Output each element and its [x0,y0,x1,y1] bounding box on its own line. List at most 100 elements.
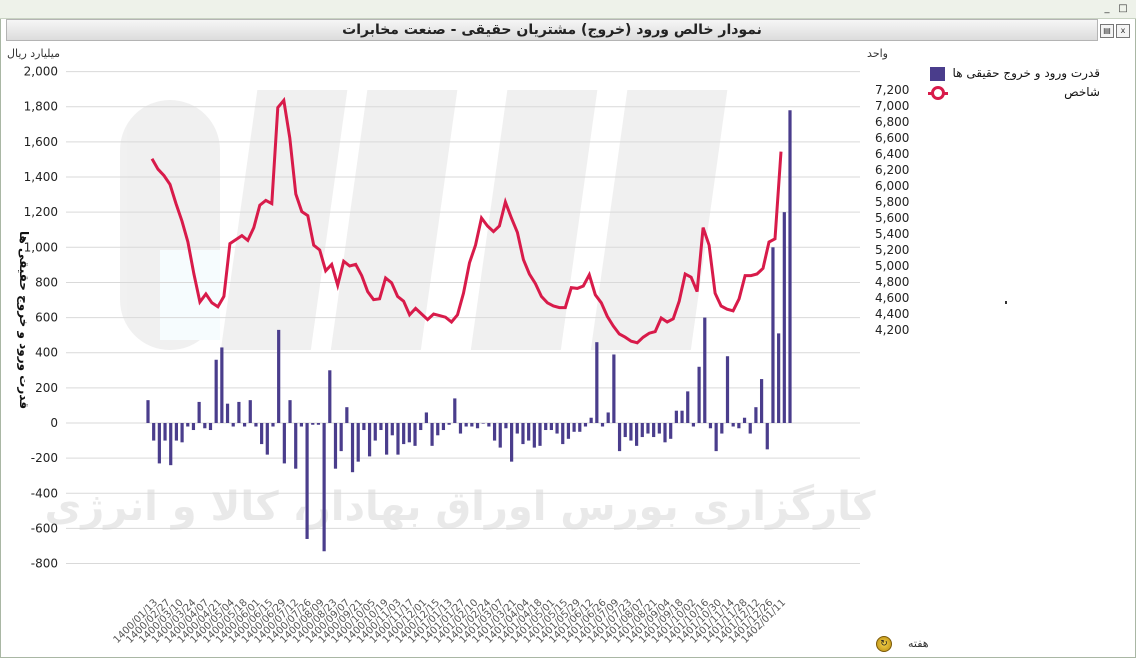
bar [646,423,650,434]
right-tick-label: 6,400 [875,147,909,161]
left-tick-label: -600 [31,521,58,535]
bar [379,423,383,431]
bar [152,423,156,441]
bar [146,400,150,423]
bar [197,401,201,423]
legend: قدرت ورود و خروج حقیقی ها شاخص [928,66,1108,104]
bar [521,423,525,445]
bar [492,423,497,441]
legend-bar-label: قدرت ورود و خروج حقیقی ها [952,66,1100,80]
right-axis-unit: واحد [867,47,888,60]
right-tick-label: 7,200 [875,83,909,97]
bar [714,423,718,452]
bar [742,417,747,423]
bar [640,423,644,438]
bar [260,423,264,445]
watermark-text: کارگزاری بورس اوراق بهادار، کالا و انرژی [45,483,877,530]
right-tick-label: 5,200 [875,243,909,257]
stray-dot [1005,301,1007,304]
bar [572,423,576,432]
left-tick-label: 400 [35,346,58,360]
bar [589,417,593,423]
bar [169,423,173,466]
bar [407,423,411,443]
bar [578,423,582,432]
bar [720,423,724,434]
right-tick-label: 6,600 [875,131,909,145]
bar [532,423,536,448]
bar [186,423,190,427]
bar [504,423,508,429]
bar [464,423,468,427]
bar [350,423,355,473]
bar [549,423,553,431]
bar [180,423,184,443]
right-tick-label: 6,800 [875,115,909,129]
bar [754,407,758,423]
bar [305,423,309,539]
bar [299,423,303,427]
bar [367,423,372,457]
bar [157,423,161,464]
bar [214,359,218,423]
bar [703,317,707,423]
right-tick-label: 5,600 [875,211,909,225]
right-tick-label: 5,800 [875,195,909,209]
bar [237,401,241,423]
bar [777,333,781,423]
bar [657,423,661,434]
bar [225,403,230,423]
left-tick-label: 200 [35,381,58,395]
bar [583,423,588,427]
bar [356,423,360,462]
bar [453,398,457,423]
bar [498,423,502,448]
bar [680,410,684,423]
bar [629,423,633,441]
bar [617,423,622,452]
bar [595,342,599,423]
legend-line-label: شاخص [1064,85,1100,99]
bar [788,110,792,423]
bar [191,423,196,431]
bar [708,423,713,429]
bar [538,423,542,446]
bar [771,247,775,423]
right-tick-label: 5,400 [875,227,909,241]
bar [669,423,673,439]
left-tick-label: 600 [35,311,58,325]
legend-item-line[interactable]: شاخص [928,85,1108,104]
bar [606,412,610,423]
bar [277,329,281,423]
bar [663,423,667,443]
left-tick-label: 2,000 [24,65,58,79]
bar [612,354,616,423]
bar [674,410,678,423]
legend-bar-swatch [930,67,945,81]
left-tick-label: 0 [50,416,58,430]
bar [220,347,224,423]
bar [328,370,332,423]
bar [248,400,252,423]
left-tick-label: -400 [31,486,58,500]
bar [402,423,406,445]
right-tick-label: 6,200 [875,163,909,177]
refresh-icon[interactable]: ↻ [876,636,892,652]
bar [555,423,559,434]
bar [737,423,741,429]
bar [271,423,275,427]
bar [458,423,463,434]
bar [316,423,321,425]
legend-line-marker [931,86,945,100]
right-tick-label: 4,200 [875,323,909,337]
bar [686,391,690,423]
bar [782,212,786,423]
bar [475,423,480,429]
left-tick-label: 1,600 [24,135,58,149]
bar [635,423,639,446]
bar [345,407,349,423]
right-tick-label: 4,600 [875,291,909,305]
legend-item-bars[interactable]: قدرت ورود و خروج حقیقی ها [928,66,1108,85]
right-tick-label: 6,000 [875,179,909,193]
left-tick-label: 1,400 [24,170,58,184]
